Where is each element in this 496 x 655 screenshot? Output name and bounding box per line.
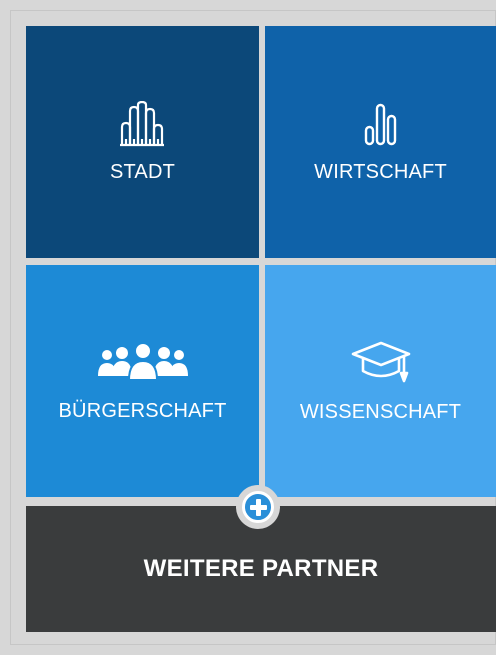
tile-wirtschaft-label: WIRTSCHAFT <box>314 160 447 183</box>
city-icon <box>119 100 164 146</box>
tile-stadt-label: STADT <box>109 160 176 183</box>
weitere-partner-label: WEITERE PARTNER <box>143 555 379 582</box>
plus-circle <box>242 491 274 523</box>
people-group-icon <box>97 341 188 381</box>
bar-chart-icon <box>364 103 396 145</box>
graduation-cap-icon <box>351 341 410 382</box>
plus-icon[interactable] <box>236 485 280 529</box>
tile-buergerschaft-label: BÜRGERSCHAFT <box>58 399 227 422</box>
tile-stadt[interactable]: STADT <box>26 26 259 258</box>
tile-wissenschaft-label: WISSENSCHAFT <box>299 400 462 423</box>
tile-wirtschaft[interactable]: WIRTSCHAFT <box>265 26 496 258</box>
tile-wissenschaft[interactable]: WISSENSCHAFT <box>265 265 496 497</box>
tile-buergerschaft[interactable]: BÜRGERSCHAFT <box>26 265 259 497</box>
